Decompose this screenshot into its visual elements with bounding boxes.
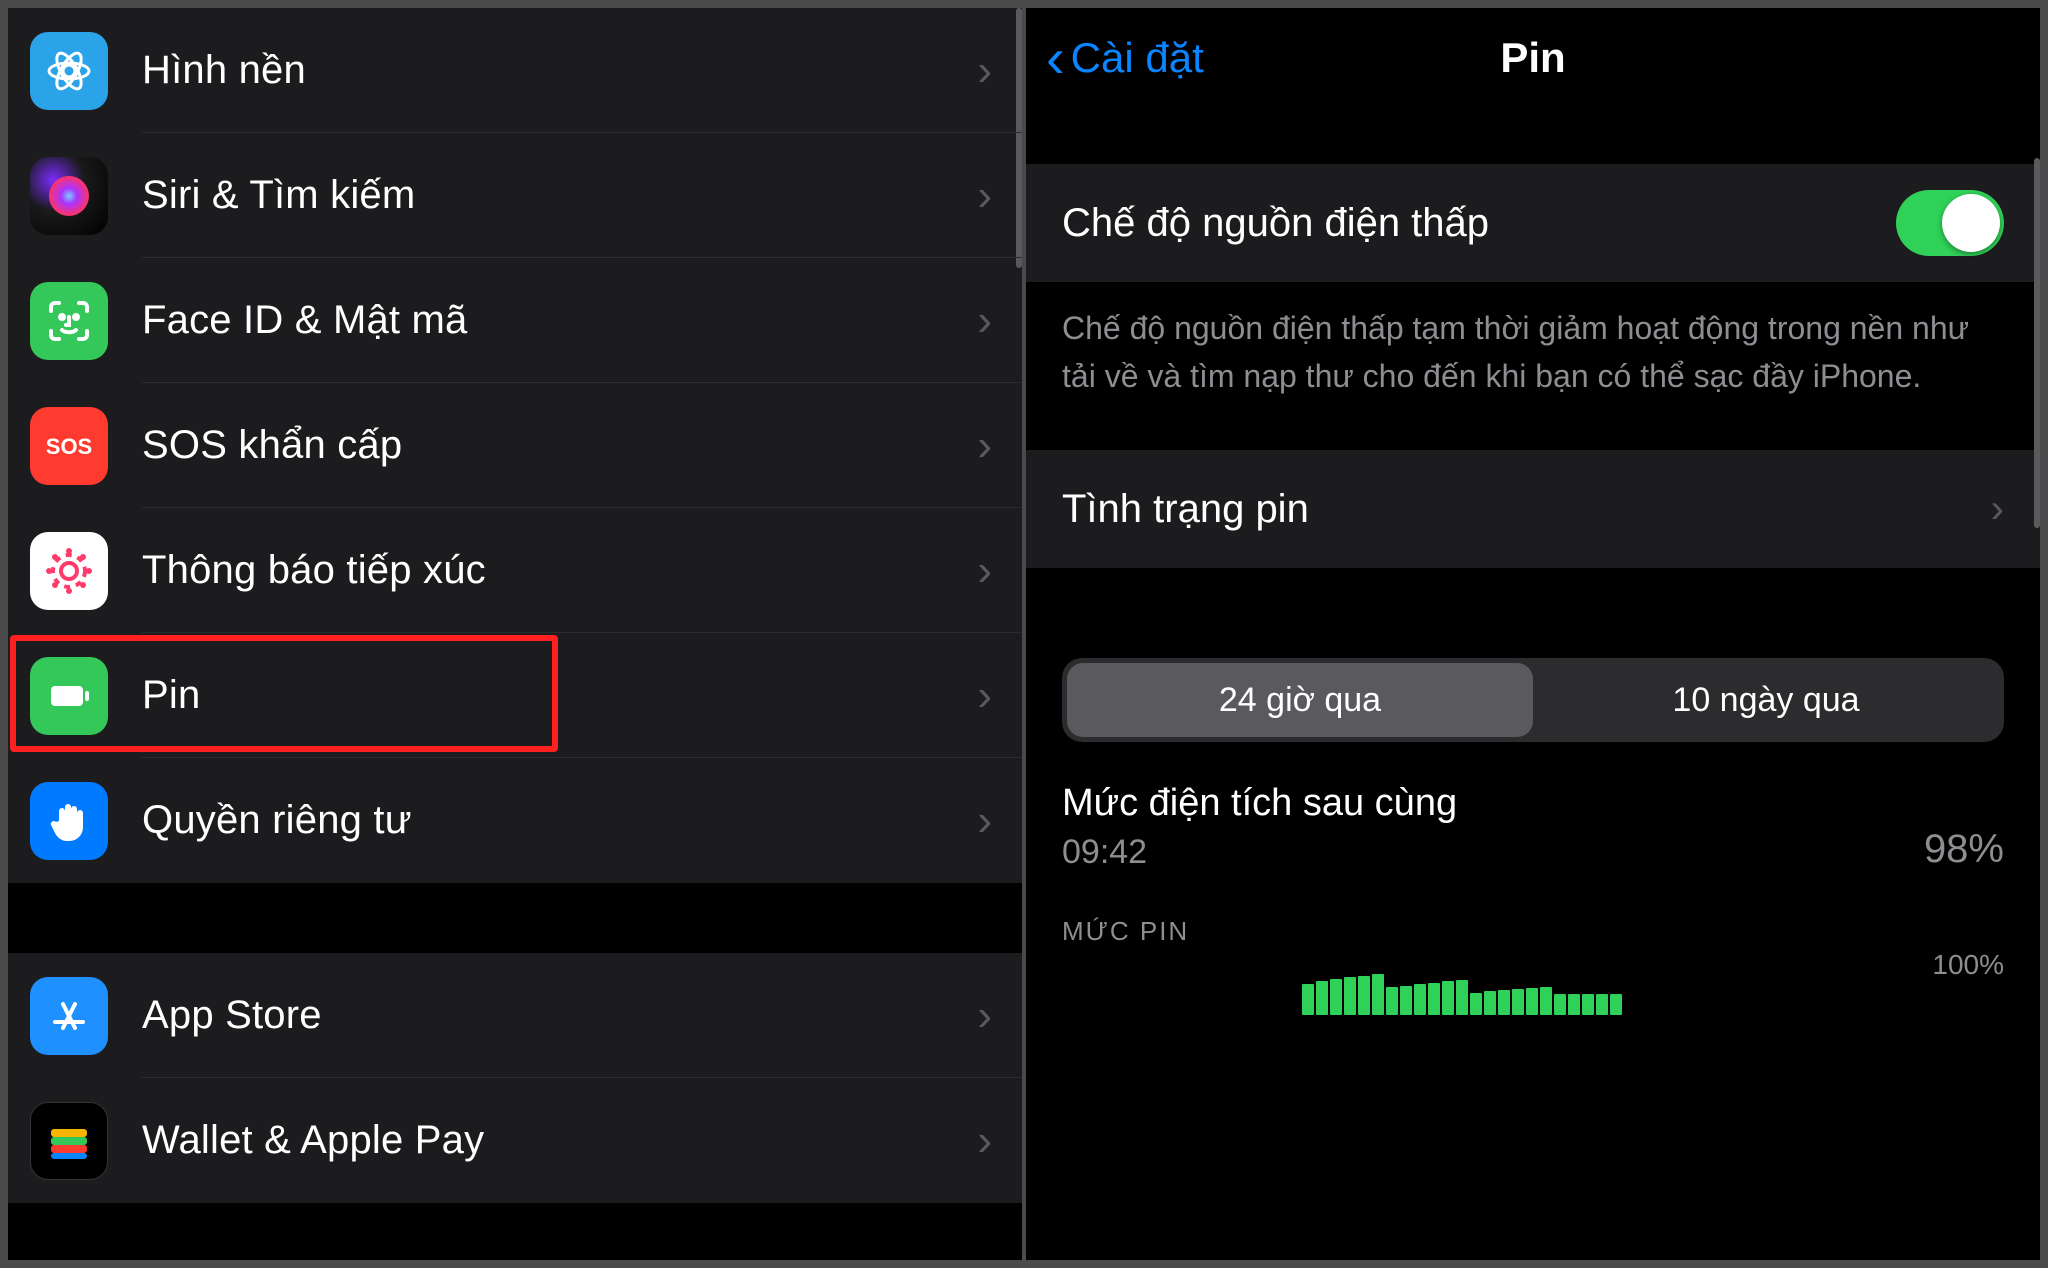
group-separator — [8, 883, 1022, 953]
settings-row-wallet[interactable]: Wallet & Apple Pay› — [8, 1078, 1022, 1203]
last-charge-block: Mức điện tích sau cùng 09:42 98% — [1026, 772, 2040, 902]
battery-health-label: Tình trạng pin — [1062, 487, 1991, 532]
svg-text:SOS: SOS — [46, 434, 92, 459]
settings-row-label: Thông báo tiếp xúc — [142, 548, 977, 593]
chart-bar — [1512, 989, 1524, 1015]
chart-bar — [1484, 991, 1496, 1015]
settings-group-1: Hình nền›Siri & Tìm kiếm›Face ID & Mật m… — [8, 8, 1022, 883]
chevron-right-icon: › — [977, 296, 992, 346]
flower-icon — [30, 32, 108, 110]
chevron-right-icon: › — [977, 1116, 992, 1166]
siri-icon — [30, 157, 108, 235]
chevron-right-icon: › — [1991, 487, 2004, 532]
settings-row-exposure[interactable]: Thông báo tiếp xúc› — [8, 508, 1022, 633]
chart-bar — [1414, 984, 1426, 1015]
chart-bar — [1400, 986, 1412, 1015]
last-charge-percent: 98% — [1924, 827, 2004, 872]
chevron-right-icon: › — [977, 796, 992, 846]
battery-level-chart: MỨC PIN 100% — [1026, 902, 2040, 1015]
exposure-icon — [30, 532, 108, 610]
back-label: Cài đặt — [1071, 34, 1204, 82]
settings-row-label: Wallet & Apple Pay — [142, 1118, 977, 1163]
settings-row-siri[interactable]: Siri & Tìm kiếm› — [8, 133, 1022, 258]
settings-row-label: SOS khẩn cấp — [142, 423, 977, 468]
chart-ymax-label: 100% — [1932, 949, 2004, 981]
chart-bar — [1316, 981, 1328, 1015]
settings-list-pane: Hình nền›Siri & Tìm kiếm›Face ID & Mật m… — [8, 8, 1024, 1260]
segment-10d[interactable]: 10 ngày qua — [1533, 663, 1999, 737]
chart-bar — [1330, 979, 1342, 1015]
battery-icon — [30, 657, 108, 735]
chevron-left-icon: ‹ — [1046, 30, 1065, 86]
chart-bar — [1358, 976, 1370, 1015]
low-power-mode-toggle[interactable] — [1896, 190, 2004, 256]
settings-row-label: Face ID & Mật mã — [142, 298, 977, 343]
chevron-right-icon: › — [977, 546, 992, 596]
settings-row-privacy[interactable]: Quyền riêng tư› — [8, 758, 1022, 883]
low-power-mode-label: Chế độ nguồn điện thấp — [1062, 201, 1896, 246]
settings-row-faceid[interactable]: Face ID & Mật mã› — [8, 258, 1022, 383]
settings-row-appstore[interactable]: App Store› — [8, 953, 1022, 1078]
back-button[interactable]: ‹ Cài đặt — [1046, 30, 1204, 86]
chart-bar — [1582, 994, 1594, 1015]
settings-row-sos[interactable]: SOS SOS khẩn cấp› — [8, 383, 1022, 508]
sos-icon: SOS — [30, 407, 108, 485]
last-charge-title: Mức điện tích sau cùng — [1062, 782, 1924, 825]
chevron-right-icon: › — [977, 421, 992, 471]
time-range-segmented-control[interactable]: 24 giờ qua 10 ngày qua — [1062, 658, 2004, 742]
low-power-mode-row[interactable]: Chế độ nguồn điện thấp — [1026, 164, 2040, 282]
settings-row-wallpaper[interactable]: Hình nền› — [8, 8, 1022, 133]
settings-row-label: Hình nền — [142, 48, 977, 93]
appstore-icon — [30, 977, 108, 1055]
chart-bar — [1428, 983, 1440, 1015]
chart-bar — [1526, 988, 1538, 1015]
chart-bar — [1456, 980, 1468, 1015]
settings-row-battery[interactable]: Pin› — [8, 633, 1022, 758]
toggle-knob — [1942, 194, 2000, 252]
chevron-right-icon: › — [977, 671, 992, 721]
chart-bar — [1596, 994, 1608, 1015]
faceid-icon — [30, 282, 108, 360]
low-power-mode-description: Chế độ nguồn điện thấp tạm thời giảm hoạ… — [1026, 282, 2040, 430]
chevron-right-icon: › — [977, 991, 992, 1041]
chart-bar — [1344, 977, 1356, 1015]
last-charge-time: 09:42 — [1062, 833, 1924, 872]
navbar: ‹ Cài đặt Pin — [1026, 8, 2040, 108]
chart-bar — [1554, 994, 1566, 1015]
settings-group-2: App Store›Wallet & Apple Pay› — [8, 953, 1022, 1203]
settings-row-label: Siri & Tìm kiếm — [142, 173, 977, 218]
chart-bar — [1568, 994, 1580, 1015]
battery-health-row[interactable]: Tình trạng pin › — [1026, 450, 2040, 568]
chart-bar — [1386, 987, 1398, 1015]
chart-bar — [1442, 981, 1454, 1015]
settings-row-label: Quyền riêng tư — [142, 798, 977, 843]
battery-detail-pane: ‹ Cài đặt Pin Chế độ nguồn điện thấp Chế… — [1024, 8, 2040, 1260]
chart-section-label: MỨC PIN — [1062, 916, 2004, 947]
chart-bar — [1302, 984, 1314, 1015]
wallet-icon — [30, 1102, 108, 1180]
chevron-right-icon: › — [977, 171, 992, 221]
chart-bar — [1540, 987, 1552, 1015]
chevron-right-icon: › — [977, 46, 992, 96]
chart-bar — [1470, 993, 1482, 1015]
hand-icon — [30, 782, 108, 860]
chart-bar — [1498, 990, 1510, 1015]
settings-row-label: Pin — [142, 673, 977, 718]
chart-bar — [1372, 974, 1384, 1015]
chart-bar — [1610, 994, 1622, 1015]
settings-row-label: App Store — [142, 993, 977, 1038]
segment-24h[interactable]: 24 giờ qua — [1067, 663, 1533, 737]
